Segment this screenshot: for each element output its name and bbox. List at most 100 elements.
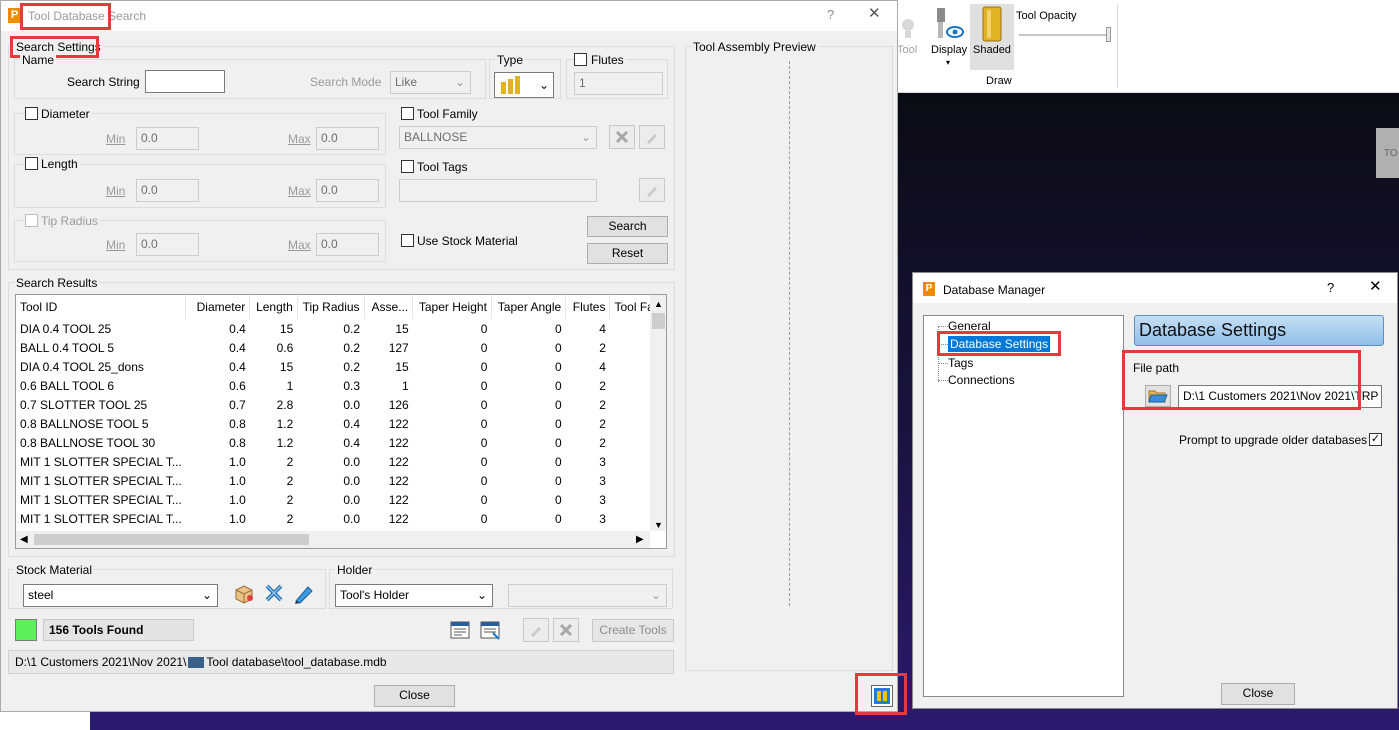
help-button[interactable]: ?	[827, 8, 834, 22]
table-row[interactable]: MIT 1 SLOTTER SPECIAL T... 1.0 2 0.0 122 0 0 3	[16, 471, 666, 490]
edit-material-icon[interactable]	[292, 581, 316, 605]
tool-opacity-slider[interactable]	[1019, 34, 1111, 36]
column-header-taper-angle[interactable]: Taper Angle	[491, 295, 567, 319]
holder-select[interactable]: Tool's Holder ⌄	[335, 584, 493, 607]
cell-taper-angle: 0	[555, 321, 562, 336]
prompt-upgrade-checkbox[interactable]: ✓	[1369, 433, 1382, 446]
scroll-right-icon[interactable]: ▶	[636, 533, 644, 547]
vertical-scroll-thumb[interactable]	[652, 313, 665, 329]
viewport-side-tab[interactable]: TO	[1376, 128, 1399, 178]
flutes-checkbox[interactable]	[574, 53, 587, 66]
pencil-icon	[647, 187, 657, 197]
scroll-up-icon[interactable]: ▲	[654, 297, 663, 311]
search-mode-select[interactable]: Like ⌄	[390, 71, 471, 94]
holder-secondary-select[interactable]: ⌄	[508, 584, 667, 607]
table-row[interactable]: BALL 0.4 TOOL 5 0.4 0.6 0.2 127 0 0 2	[16, 338, 666, 357]
table-row[interactable]: 0.6 BALL TOOL 6 0.6 1 0.3 1 0 0 2	[16, 376, 666, 395]
length-label: Length	[39, 157, 80, 171]
scroll-down-icon[interactable]: ▼	[654, 518, 663, 532]
chevron-down-icon: ⌄	[476, 588, 487, 602]
column-header-length[interactable]: Length	[249, 295, 298, 319]
vertical-scrollbar[interactable]: ▲ ▼	[650, 295, 666, 532]
dm-help-button[interactable]: ?	[1327, 281, 1334, 295]
tree-item-connections[interactable]: Connections	[938, 373, 1015, 387]
cell-taper-angle: 0	[555, 435, 562, 450]
length-max-input[interactable]: 0.0	[316, 179, 379, 202]
title-highlight	[20, 3, 111, 30]
table-row[interactable]: MIT 1 SLOTTER SPECIAL T... 1.0 2 0.0 122 0 0 3	[16, 452, 666, 471]
edit-family-button[interactable]	[639, 125, 665, 149]
tool-family-checkbox[interactable]	[401, 107, 414, 120]
column-header-diameter[interactable]: Diameter	[185, 295, 251, 319]
database-path-suffix: Tool database\tool_database.mdb	[206, 655, 387, 669]
length-min-input[interactable]: 0.0	[136, 179, 199, 202]
diameter-max-label: Max	[288, 132, 311, 146]
edit-tags-button[interactable]	[639, 178, 665, 202]
dm-close-icon[interactable]: ✕	[1369, 279, 1382, 294]
column-header-tip-radius[interactable]: Tip Radius	[297, 295, 365, 319]
use-stock-material-label: Use Stock Material	[417, 234, 518, 248]
cell-length: 2	[286, 492, 294, 507]
column-select-icon[interactable]	[449, 619, 473, 643]
reset-button[interactable]: Reset	[587, 243, 668, 264]
stock-material-select[interactable]: steel ⌄	[23, 584, 218, 607]
tool-tags-input[interactable]	[399, 179, 597, 202]
chevron-down-icon: ⌄	[580, 130, 591, 144]
delete-tool-button[interactable]	[553, 618, 579, 642]
display-dropdown-arrow[interactable]: ▾	[946, 56, 950, 70]
flutes-label: Flutes	[589, 53, 626, 67]
horizontal-scrollbar[interactable]: ◀ ▶	[16, 531, 650, 548]
column-header-flutes[interactable]: Flutes	[565, 295, 611, 319]
search-string-input[interactable]	[145, 70, 225, 93]
diameter-checkbox[interactable]	[25, 107, 38, 120]
cell-length: 15	[279, 321, 294, 336]
prompt-upgrade-label: Prompt to upgrade older databases	[1179, 433, 1368, 447]
diameter-max-input[interactable]: 0.0	[316, 127, 379, 150]
cell-taper-angle: 0	[555, 454, 562, 469]
create-tools-button[interactable]: Create Tools	[592, 619, 674, 642]
column-settings-icon[interactable]	[479, 619, 503, 643]
edit-tool-button[interactable]	[523, 618, 549, 642]
tool-opacity-thumb[interactable]	[1106, 27, 1111, 42]
shaded-button[interactable]: Shaded	[970, 4, 1014, 70]
clear-material-icon[interactable]	[262, 581, 286, 605]
scroll-left-icon[interactable]: ◀	[20, 533, 28, 547]
diameter-min-input[interactable]: 0.0	[136, 127, 199, 150]
database-manager-dialog: P Database Manager ? ✕ General Database …	[912, 272, 1398, 709]
display-ribbon-label[interactable]: Display	[931, 43, 967, 57]
cell-assembly: 122	[388, 511, 409, 526]
column-header-assembly[interactable]: Asse...	[364, 295, 414, 319]
tip-min-input[interactable]: 0.0	[136, 233, 199, 256]
column-header-taper-height[interactable]: Taper Height	[412, 295, 492, 319]
flutes-input[interactable]: 1	[574, 72, 663, 95]
length-checkbox[interactable]	[25, 157, 38, 170]
type-select[interactable]: ⌄	[494, 72, 554, 98]
tree-item-tags[interactable]: Tags	[938, 356, 973, 370]
results-list[interactable]: Tool ID Diameter Length Tip Radius Asse.…	[15, 294, 667, 549]
cell-taper-height: 0	[480, 511, 488, 526]
table-row[interactable]: DIA 0.4 TOOL 25_dons 0.4 15 0.2 15 0 0 4	[16, 357, 666, 376]
close-button[interactable]: Close	[374, 685, 455, 707]
table-row[interactable]: 0.7 SLOTTER TOOL 25 0.7 2.8 0.0 126 0 0 2	[16, 395, 666, 414]
use-stock-material-checkbox[interactable]	[401, 234, 414, 247]
table-row[interactable]: 0.8 BALLNOSE TOOL 30 0.8 1.2 0.4 122 0 0 2	[16, 433, 666, 452]
search-button[interactable]: Search	[587, 216, 668, 237]
search-mode-value: Like	[395, 75, 418, 89]
tool-tags-checkbox[interactable]	[401, 160, 414, 173]
table-row[interactable]: DIA 0.4 TOOL 25 0.4 15 0.2 15 0 0 4	[16, 319, 666, 338]
diameter-label: Diameter	[39, 107, 92, 121]
horizontal-scroll-thumb[interactable]	[34, 534, 309, 545]
table-row[interactable]: 0.8 BALLNOSE TOOL 5 0.8 1.2 0.4 122 0 0 2	[16, 414, 666, 433]
stock-box-icon[interactable]	[232, 581, 256, 605]
tool-ribbon-label[interactable]: Tool	[897, 43, 917, 57]
table-row[interactable]: MIT 1 SLOTTER SPECIAL T... 1.0 2 0.0 122 0 0 3	[16, 509, 666, 528]
clear-family-button[interactable]	[609, 125, 635, 149]
column-header-tool-id[interactable]: Tool ID	[16, 295, 187, 319]
cell-assembly: 122	[388, 435, 409, 450]
tip-max-input[interactable]: 0.0	[316, 233, 379, 256]
tip-radius-checkbox[interactable]	[25, 214, 38, 227]
close-icon[interactable]: ✕	[868, 6, 881, 21]
dm-close-button[interactable]: Close	[1221, 683, 1295, 705]
table-row[interactable]: MIT 1 SLOTTER SPECIAL T... 1.0 2 0.0 122 0 0 3	[16, 490, 666, 509]
tool-family-select[interactable]: BALLNOSE ⌄	[399, 126, 597, 149]
